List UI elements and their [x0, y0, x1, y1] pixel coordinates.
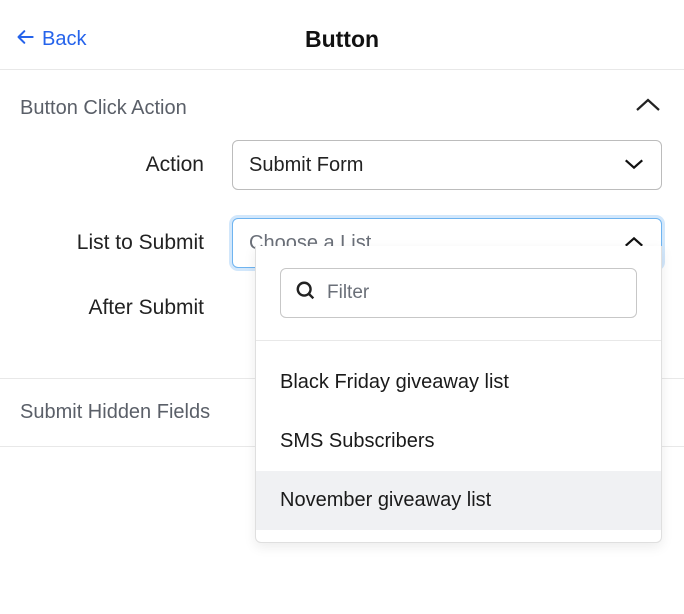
dropdown-filter-box [280, 268, 637, 318]
label-action: Action [22, 153, 232, 177]
select-action-value: Submit Form [249, 154, 363, 177]
chevron-down-icon [623, 154, 645, 177]
dropdown-option[interactable]: SMS Subscribers [256, 412, 661, 471]
page-header: Back Button [0, 10, 684, 70]
dropdown-filter-area [256, 246, 661, 341]
chevron-up-icon [634, 96, 662, 120]
arrow-left-icon [16, 27, 36, 53]
label-after-submit: After Submit [22, 296, 232, 320]
section-toggle-click-action[interactable]: Button Click Action [0, 70, 684, 140]
back-button[interactable]: Back [16, 27, 86, 53]
row-action: Action Submit Form [22, 140, 662, 190]
section-title: Submit Hidden Fields [20, 401, 210, 424]
label-list-to-submit: List to Submit [22, 231, 232, 255]
dropdown-options: Black Friday giveaway listSMS Subscriber… [256, 341, 661, 542]
dropdown-option[interactable]: Black Friday giveaway list [256, 353, 661, 412]
dropdown-list-to-submit: Black Friday giveaway listSMS Subscriber… [255, 246, 662, 543]
page-title: Button [305, 26, 379, 53]
search-icon [295, 280, 317, 307]
dropdown-filter-input[interactable] [327, 282, 622, 304]
dropdown-option[interactable]: November giveaway list [256, 471, 661, 530]
select-action[interactable]: Submit Form [232, 140, 662, 190]
back-label: Back [42, 28, 86, 51]
section-title: Button Click Action [20, 97, 187, 120]
